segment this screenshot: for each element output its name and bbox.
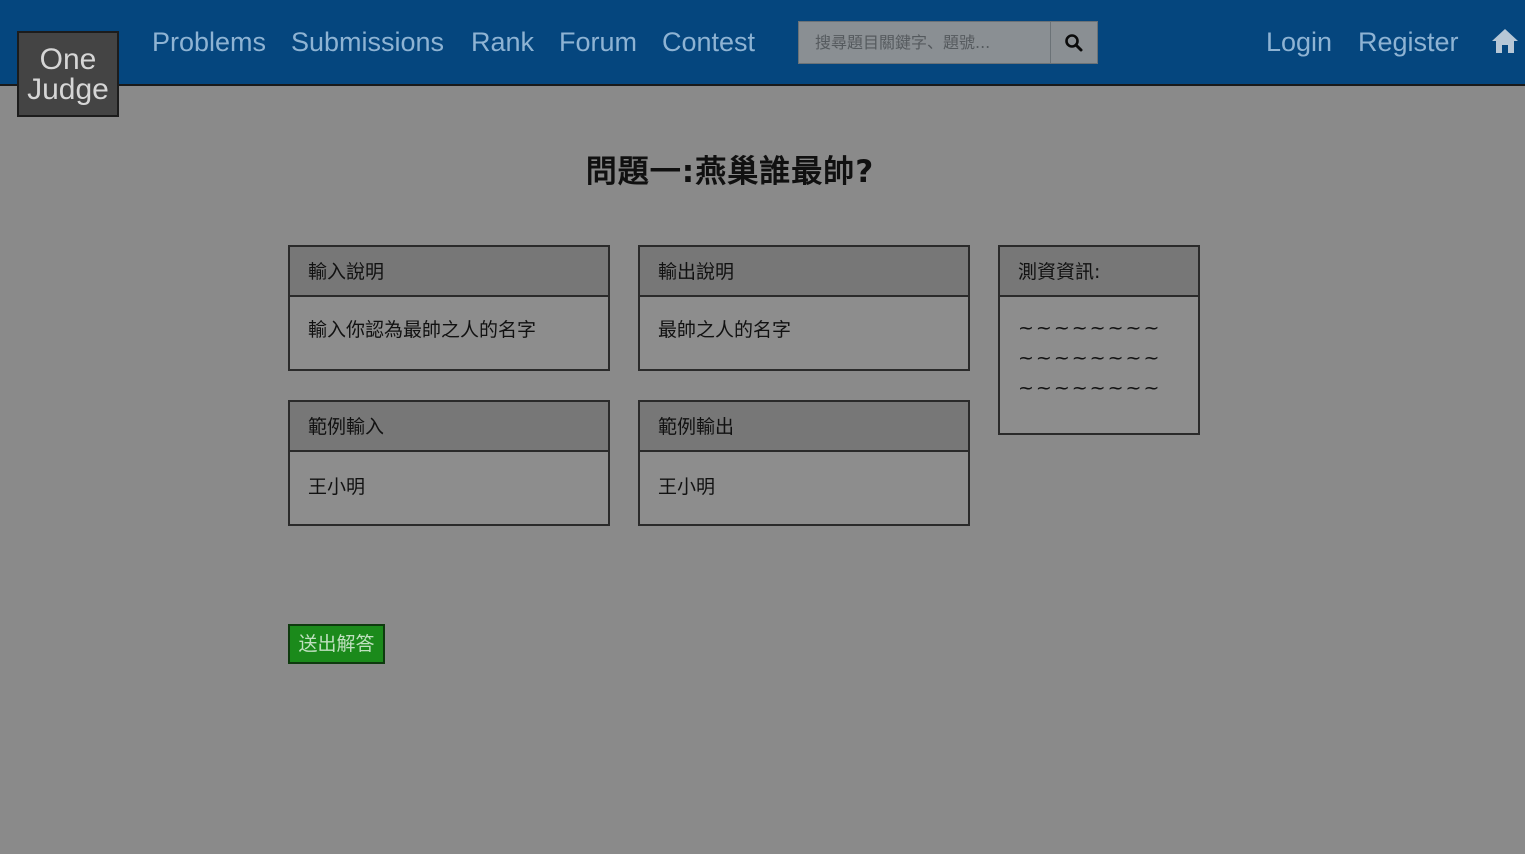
test-info-line: ~~~~~~~~ — [1018, 317, 1162, 339]
test-info-header: 測資資訊: — [1000, 247, 1198, 297]
test-info-line: ~~~~~~~~ — [1018, 347, 1162, 369]
sample-output-panel: 範例輸出 王小明 — [638, 400, 970, 526]
input-description-panel: 輸入說明 輸入你認為最帥之人的名字 — [288, 245, 610, 371]
site-logo[interactable]: One Judge — [17, 31, 119, 117]
search-icon — [1065, 33, 1083, 51]
home-icon[interactable] — [1490, 26, 1520, 56]
nav-problems[interactable]: Problems — [152, 24, 266, 60]
nav-contest[interactable]: Contest — [662, 24, 755, 60]
test-info-line: ~~~~~~~~ — [1018, 377, 1162, 399]
problem-title: 問題一:燕巢誰最帥? — [585, 154, 875, 190]
nav-rank[interactable]: Rank — [471, 24, 534, 60]
logo-line-1: One — [39, 43, 97, 76]
nav-login[interactable]: Login — [1266, 24, 1332, 60]
sample-input-body: 王小明 — [308, 476, 366, 498]
test-info-panel: 測資資訊: ~~~~~~~~ ~~~~~~~~ ~~~~~~~~ — [998, 245, 1200, 435]
search-box — [798, 21, 1098, 64]
output-description-body: 最帥之人的名字 — [658, 319, 792, 341]
search-button[interactable] — [1050, 22, 1097, 63]
test-info-body: ~~~~~~~~ ~~~~~~~~ ~~~~~~~~ — [1000, 297, 1198, 403]
output-description-header: 輸出說明 — [640, 247, 968, 297]
logo-line-2: Judge — [27, 73, 109, 106]
nav-register[interactable]: Register — [1358, 24, 1459, 60]
submit-answer-button[interactable]: 送出解答 — [288, 624, 385, 664]
nav-forum[interactable]: Forum — [559, 24, 637, 60]
nav-submissions[interactable]: Submissions — [291, 24, 444, 60]
sample-output-body: 王小明 — [658, 476, 716, 498]
sample-output-header: 範例輸出 — [640, 402, 968, 452]
search-input[interactable] — [799, 22, 1050, 63]
top-navbar: Problems Submissions Rank Forum Contest … — [0, 0, 1525, 86]
input-description-body: 輸入你認為最帥之人的名字 — [308, 319, 537, 341]
sample-input-panel: 範例輸入 王小明 — [288, 400, 610, 526]
input-description-header: 輸入說明 — [290, 247, 608, 297]
output-description-panel: 輸出說明 最帥之人的名字 — [638, 245, 970, 371]
sample-input-header: 範例輸入 — [290, 402, 608, 452]
